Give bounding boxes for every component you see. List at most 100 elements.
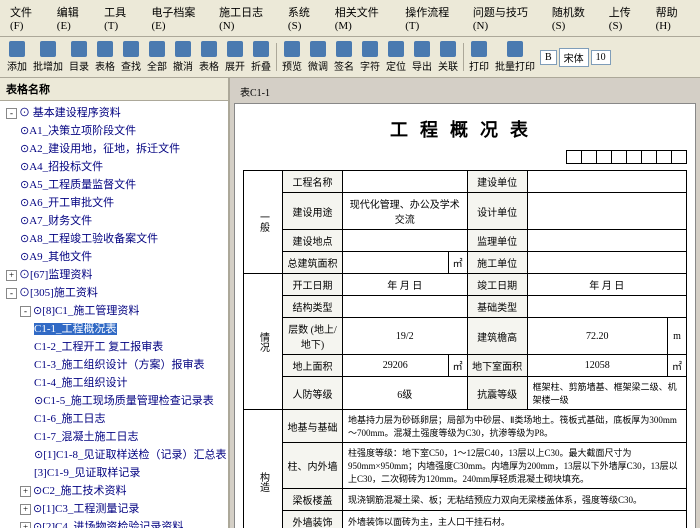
tree-label[interactable]: ⊙[1]C3_工程测量记录 (33, 503, 139, 515)
tree-toggle[interactable]: + (20, 504, 31, 515)
field-value[interactable]: 6级 (343, 377, 468, 410)
menu-item[interactable]: 系统(S) (282, 2, 327, 34)
tree-label[interactable]: C1-6_施工日志 (34, 413, 106, 425)
tree-node[interactable]: -⊙[305]施工资料 (2, 283, 226, 301)
tree-label[interactable]: ⊙A7_财务文件 (20, 215, 92, 227)
menu-item[interactable]: 帮助(H) (650, 2, 696, 34)
menu-item[interactable]: 上传(S) (603, 2, 648, 34)
tree-node[interactable]: +⊙C2_施工技术资料 (2, 481, 226, 499)
tree-node[interactable]: ⊙A4_招投标文件 (2, 157, 226, 175)
tree-label[interactable]: C1-2_工程开工 复工报审表 (34, 341, 163, 353)
tree-node[interactable]: ⊙A7_财务文件 (2, 211, 226, 229)
tree-node[interactable]: C1-7_混凝土施工日志 (2, 427, 226, 445)
menu-item[interactable]: 文件(F) (4, 2, 49, 34)
tree-node[interactable]: C1-4_施工组织设计 (2, 373, 226, 391)
tree-label[interactable]: [3]C1-9_见证取样记录 (34, 467, 140, 479)
toolbar-button[interactable]: 导出 (409, 39, 435, 75)
toolbar-button[interactable]: 全部 (144, 39, 170, 75)
tree-node[interactable]: C1-2_工程开工 复工报审表 (2, 337, 226, 355)
tree-node[interactable]: C1-3_施工组织设计（方案）报审表 (2, 355, 226, 373)
menu-item[interactable]: 操作流程(T) (399, 2, 465, 34)
tree-node[interactable]: ⊙A9_其他文件 (2, 247, 226, 265)
tree-toggle[interactable]: - (6, 108, 17, 119)
field-value[interactable] (527, 193, 686, 230)
tree-node[interactable]: -⊙ 基本建设程序资料 (2, 103, 226, 121)
field-value[interactable] (343, 171, 468, 193)
field-value[interactable] (527, 230, 686, 252)
font-size-select[interactable]: 10 (591, 50, 611, 65)
tree-node[interactable]: ⊙C1-5_施工现场质量管理检查记录表 (2, 391, 226, 409)
tree-node[interactable]: ⊙A2_建设用地，征地，拆迁文件 (2, 139, 226, 157)
toolbar-button[interactable]: 撤消 (170, 39, 196, 75)
tree-label[interactable]: C1-3_施工组织设计（方案）报审表 (34, 359, 205, 371)
toolbar-button[interactable]: 折叠 (248, 39, 274, 75)
toolbar-button[interactable]: 查找 (118, 39, 144, 75)
field-value[interactable]: 29206 (343, 355, 449, 377)
tree-label[interactable]: C1-7_混凝土施工日志 (34, 431, 139, 443)
tree-label[interactable]: ⊙[8]C1_施工管理资料 (33, 305, 139, 317)
toolbar-button[interactable]: 预览 (279, 39, 305, 75)
toolbar-button[interactable]: 批量打印 (492, 39, 538, 75)
tree-label[interactable]: ⊙ 基本建设程序资料 (19, 107, 121, 119)
bold-toggle[interactable]: B (540, 50, 557, 65)
tree-label[interactable]: C1-1_工程概况表 (34, 323, 117, 335)
tree-node[interactable]: C1-1_工程概况表 (2, 319, 226, 337)
tree-label[interactable]: ⊙A6_开工审批文件 (20, 197, 114, 209)
tree-node[interactable]: ⊙A6_开工审批文件 (2, 193, 226, 211)
toolbar-button[interactable]: 目录 (66, 39, 92, 75)
tree-label[interactable]: ⊙[305]施工资料 (19, 287, 98, 299)
tree-label[interactable]: ⊙A5_工程质量监督文件 (20, 179, 136, 191)
tree-label[interactable]: ⊙A9_其他文件 (20, 251, 92, 263)
field-value[interactable] (527, 296, 686, 318)
menu-item[interactable]: 编辑(E) (51, 2, 96, 34)
toolbar-button[interactable]: 字符 (357, 39, 383, 75)
tree-label[interactable]: C1-4_施工组织设计 (34, 377, 128, 389)
tree-node[interactable]: C1-6_施工日志 (2, 409, 226, 427)
toolbar-button[interactable]: 表格 (92, 39, 118, 75)
field-value[interactable]: 年 月 日 (343, 274, 468, 296)
tree-label[interactable]: ⊙A4_招投标文件 (20, 161, 103, 173)
field-value[interactable] (343, 252, 449, 274)
tree-label[interactable]: ⊙[67]监理资料 (19, 269, 92, 281)
tree-toggle[interactable]: + (20, 522, 31, 528)
toolbar-button[interactable]: 展开 (222, 39, 248, 75)
field-value[interactable]: 地基持力层为砂砾卵层；局部为中砂层、Ⅱ类场地土。筏板式基础，底板厚为300mm～… (343, 410, 687, 443)
menu-item[interactable]: 施工日志(N) (213, 2, 280, 34)
tree-node[interactable]: +⊙[67]监理资料 (2, 265, 226, 283)
toolbar-button[interactable]: 添加 (4, 39, 30, 75)
toolbar-button[interactable]: 微调 (305, 39, 331, 75)
tree-label[interactable]: ⊙[2]C4_进场物资检验记录资料 (33, 521, 183, 528)
field-value[interactable]: 12058 (527, 355, 667, 377)
field-value[interactable]: 框架柱、剪筋墙基、框架梁二级、机架楼一级 (527, 377, 686, 410)
tree-toggle[interactable]: - (6, 288, 17, 299)
tree-node[interactable]: [3]C1-9_见证取样记录 (2, 463, 226, 481)
field-value[interactable]: 柱强度等级：地下室C50，1～12层C40，13层以上C30。最大截面尺寸为95… (343, 443, 687, 489)
tree-label[interactable]: ⊙A1_决策立项阶段文件 (20, 125, 136, 137)
field-value[interactable] (527, 252, 686, 274)
field-value[interactable]: 19/2 (343, 318, 468, 355)
menu-item[interactable]: 工具(T) (98, 2, 143, 34)
field-value[interactable] (343, 296, 468, 318)
tree-label[interactable]: ⊙C2_施工技术资料 (33, 485, 127, 497)
toolbar-button[interactable]: 批增加 (30, 39, 66, 75)
tree-node[interactable]: ⊙[1]C1-8_见证取样送检（记录）汇总表 (2, 445, 226, 463)
field-value[interactable]: 外墙装饰以面砖为主，主人口干挂石材。 (343, 511, 687, 528)
tree-node[interactable]: +⊙[1]C3_工程测量记录 (2, 499, 226, 517)
tree-toggle[interactable]: + (6, 270, 17, 281)
menu-item[interactable]: 问题与技巧(N) (467, 2, 544, 34)
tree-node[interactable]: ⊙A8_工程竣工验收备案文件 (2, 229, 226, 247)
tree-label[interactable]: ⊙A2_建设用地，征地，拆迁文件 (20, 143, 180, 155)
form-tab[interactable]: 表C1-1 (234, 82, 696, 101)
tree-node[interactable]: ⊙A1_决策立项阶段文件 (2, 121, 226, 139)
tree-label[interactable]: ⊙A8_工程竣工验收备案文件 (20, 233, 158, 245)
tree-label[interactable]: ⊙[1]C1-8_见证取样送检（记录）汇总表 (34, 449, 227, 461)
font-name-select[interactable]: 宋体 (559, 48, 589, 67)
menu-item[interactable]: 相关文件(M) (329, 2, 398, 34)
menu-item[interactable]: 随机数(S) (546, 2, 601, 34)
field-value[interactable] (527, 171, 686, 193)
tree-toggle[interactable]: + (20, 486, 31, 497)
toolbar-button[interactable]: 表格 (196, 39, 222, 75)
toolbar-button[interactable]: 签名 (331, 39, 357, 75)
menu-item[interactable]: 电子档案(E) (145, 2, 211, 34)
tree-node[interactable]: +⊙[2]C4_进场物资检验记录资料 (2, 517, 226, 528)
